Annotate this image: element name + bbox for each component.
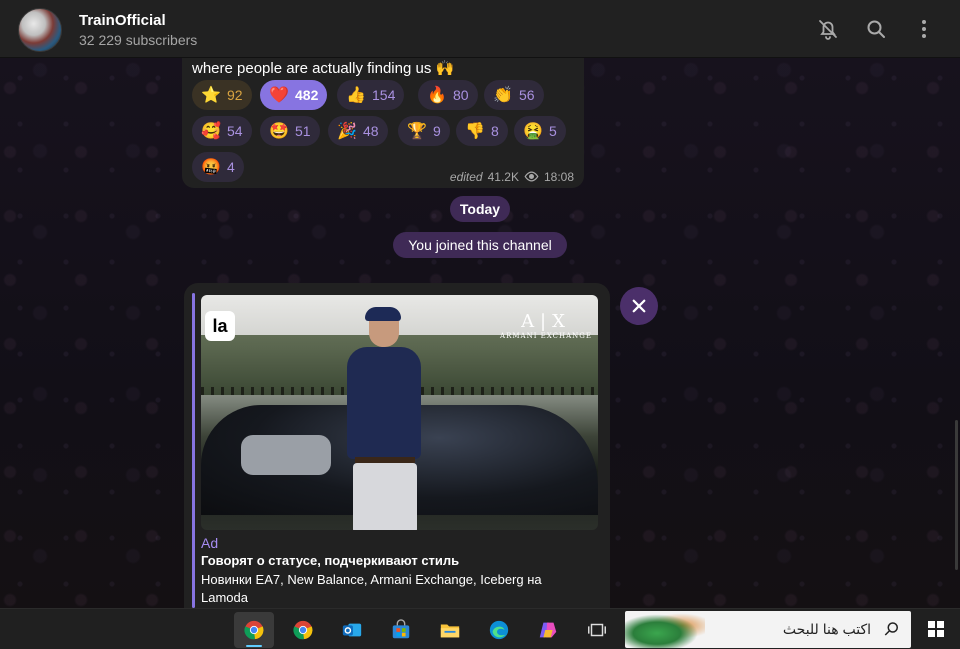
ad-image[interactable]: la A|X ARMANI EXCHANGE [201,295,598,530]
reaction-chip[interactable]: 👏 56 [484,80,544,110]
reaction-count: 8 [491,123,499,139]
chrome-icon[interactable] [283,612,323,648]
clap-icon: 👏 [493,87,513,104]
ad-label: Ad [201,535,219,551]
taskbar-search[interactable]: اكتب هنا للبحث [625,611,911,648]
message-meta: edited 41.2K 18:08 [450,169,574,184]
ad-accent-bar [192,293,195,608]
reaction-count: 154 [372,87,396,103]
message-time: 18:08 [543,169,574,184]
close-icon [632,299,646,313]
ad-image-seat [241,435,331,475]
windows-start-icon[interactable] [928,621,944,637]
message-text: where people are actually finding us 🙌 [192,60,455,77]
reaction-chip[interactable]: ❤️ 482 [260,80,328,110]
file-explorer-icon[interactable] [430,612,470,648]
reaction-count: 48 [363,123,379,139]
search-icon [884,622,898,636]
channel-avatar[interactable] [18,8,62,52]
reaction-count: 54 [227,123,243,139]
copilot-icon[interactable] [528,612,568,648]
view-count: 41.2K [487,169,519,184]
thumbs-down-icon: 👎 [465,123,485,140]
edited-label: edited [449,169,483,184]
reaction-count: 9 [433,123,441,139]
sponsored-message[interactable]: la A|X ARMANI EXCHANGE Ad Говорят о стат… [184,283,610,608]
close-ad-button[interactable] [620,287,658,325]
search-highlight-image [625,611,705,648]
vomiting-face-icon: 🤮 [523,123,543,140]
reaction-chip[interactable]: ⭐ 92 [192,80,252,110]
armani-exchange-logo: A|X ARMANI EXCHANGE [500,311,592,340]
reaction-count: 80 [453,87,469,103]
star-icon: ⭐ [201,87,221,104]
trophy-icon: 🏆 [407,123,427,140]
star-struck-icon: 🤩 [269,123,289,140]
ad-title: Говорят о статусе, подчеркивают стиль [201,553,460,568]
more-vert-icon[interactable] [912,17,936,41]
reaction-chip[interactable]: 🤬 4 [192,152,244,182]
heart-icon: ❤️ [269,87,289,104]
reaction-chip[interactable]: 🎉 48 [328,116,388,146]
reaction-chip[interactable]: 🥰 54 [192,116,252,146]
reaction-chip[interactable]: 🔥 80 [418,80,478,110]
reaction-count: 5 [549,123,557,139]
ad-text: Новинки EA7, New Balance, Armani Exchang… [201,572,542,605]
search-icon[interactable] [864,17,888,41]
reaction-count: 56 [519,87,535,103]
windows-taskbar: اكتب هنا للبحث [0,608,960,649]
edge-icon[interactable] [479,612,519,648]
reaction-chip[interactable]: 🤩 51 [260,116,320,146]
store-icon[interactable] [381,612,421,648]
search-placeholder: اكتب هنا للبحث [782,621,871,637]
reaction-count: 92 [227,87,243,103]
thumbs-up-icon: 👍 [346,87,366,104]
date-divider: Today [450,196,510,222]
reaction-chip[interactable]: 🏆 9 [398,116,450,146]
lamoda-logo: la [205,311,235,341]
smiling-hearts-icon: 🥰 [201,123,221,140]
chat-header[interactable]: TrainOfficial 32 229 subscribers [0,0,960,58]
reaction-chip[interactable]: 🤮 5 [514,116,566,146]
message-bubble[interactable]: where people are actually finding us 🙌 ⭐… [182,58,584,188]
eye-icon [524,171,539,182]
reaction-chip[interactable]: 👍 154 [337,80,405,110]
channel-title[interactable]: TrainOfficial [79,12,166,29]
task-view-icon[interactable] [577,612,617,648]
reaction-count: 51 [295,123,311,139]
joined-notice: You joined this channel [393,232,567,258]
chrome-icon[interactable] [234,612,274,648]
chat-scrollbar[interactable] [955,420,958,570]
reaction-count: 4 [227,159,235,175]
bell-off-icon[interactable] [816,17,840,41]
outlook-icon[interactable] [332,612,372,648]
fire-icon: 🔥 [427,87,447,104]
ad-image-model [341,307,421,530]
cursing-face-icon: 🤬 [201,159,221,176]
reaction-count: 482 [295,87,319,103]
reaction-chip[interactable]: 👎 8 [456,116,508,146]
subscriber-count: 32 229 subscribers [79,32,198,48]
party-popper-icon: 🎉 [337,123,357,140]
